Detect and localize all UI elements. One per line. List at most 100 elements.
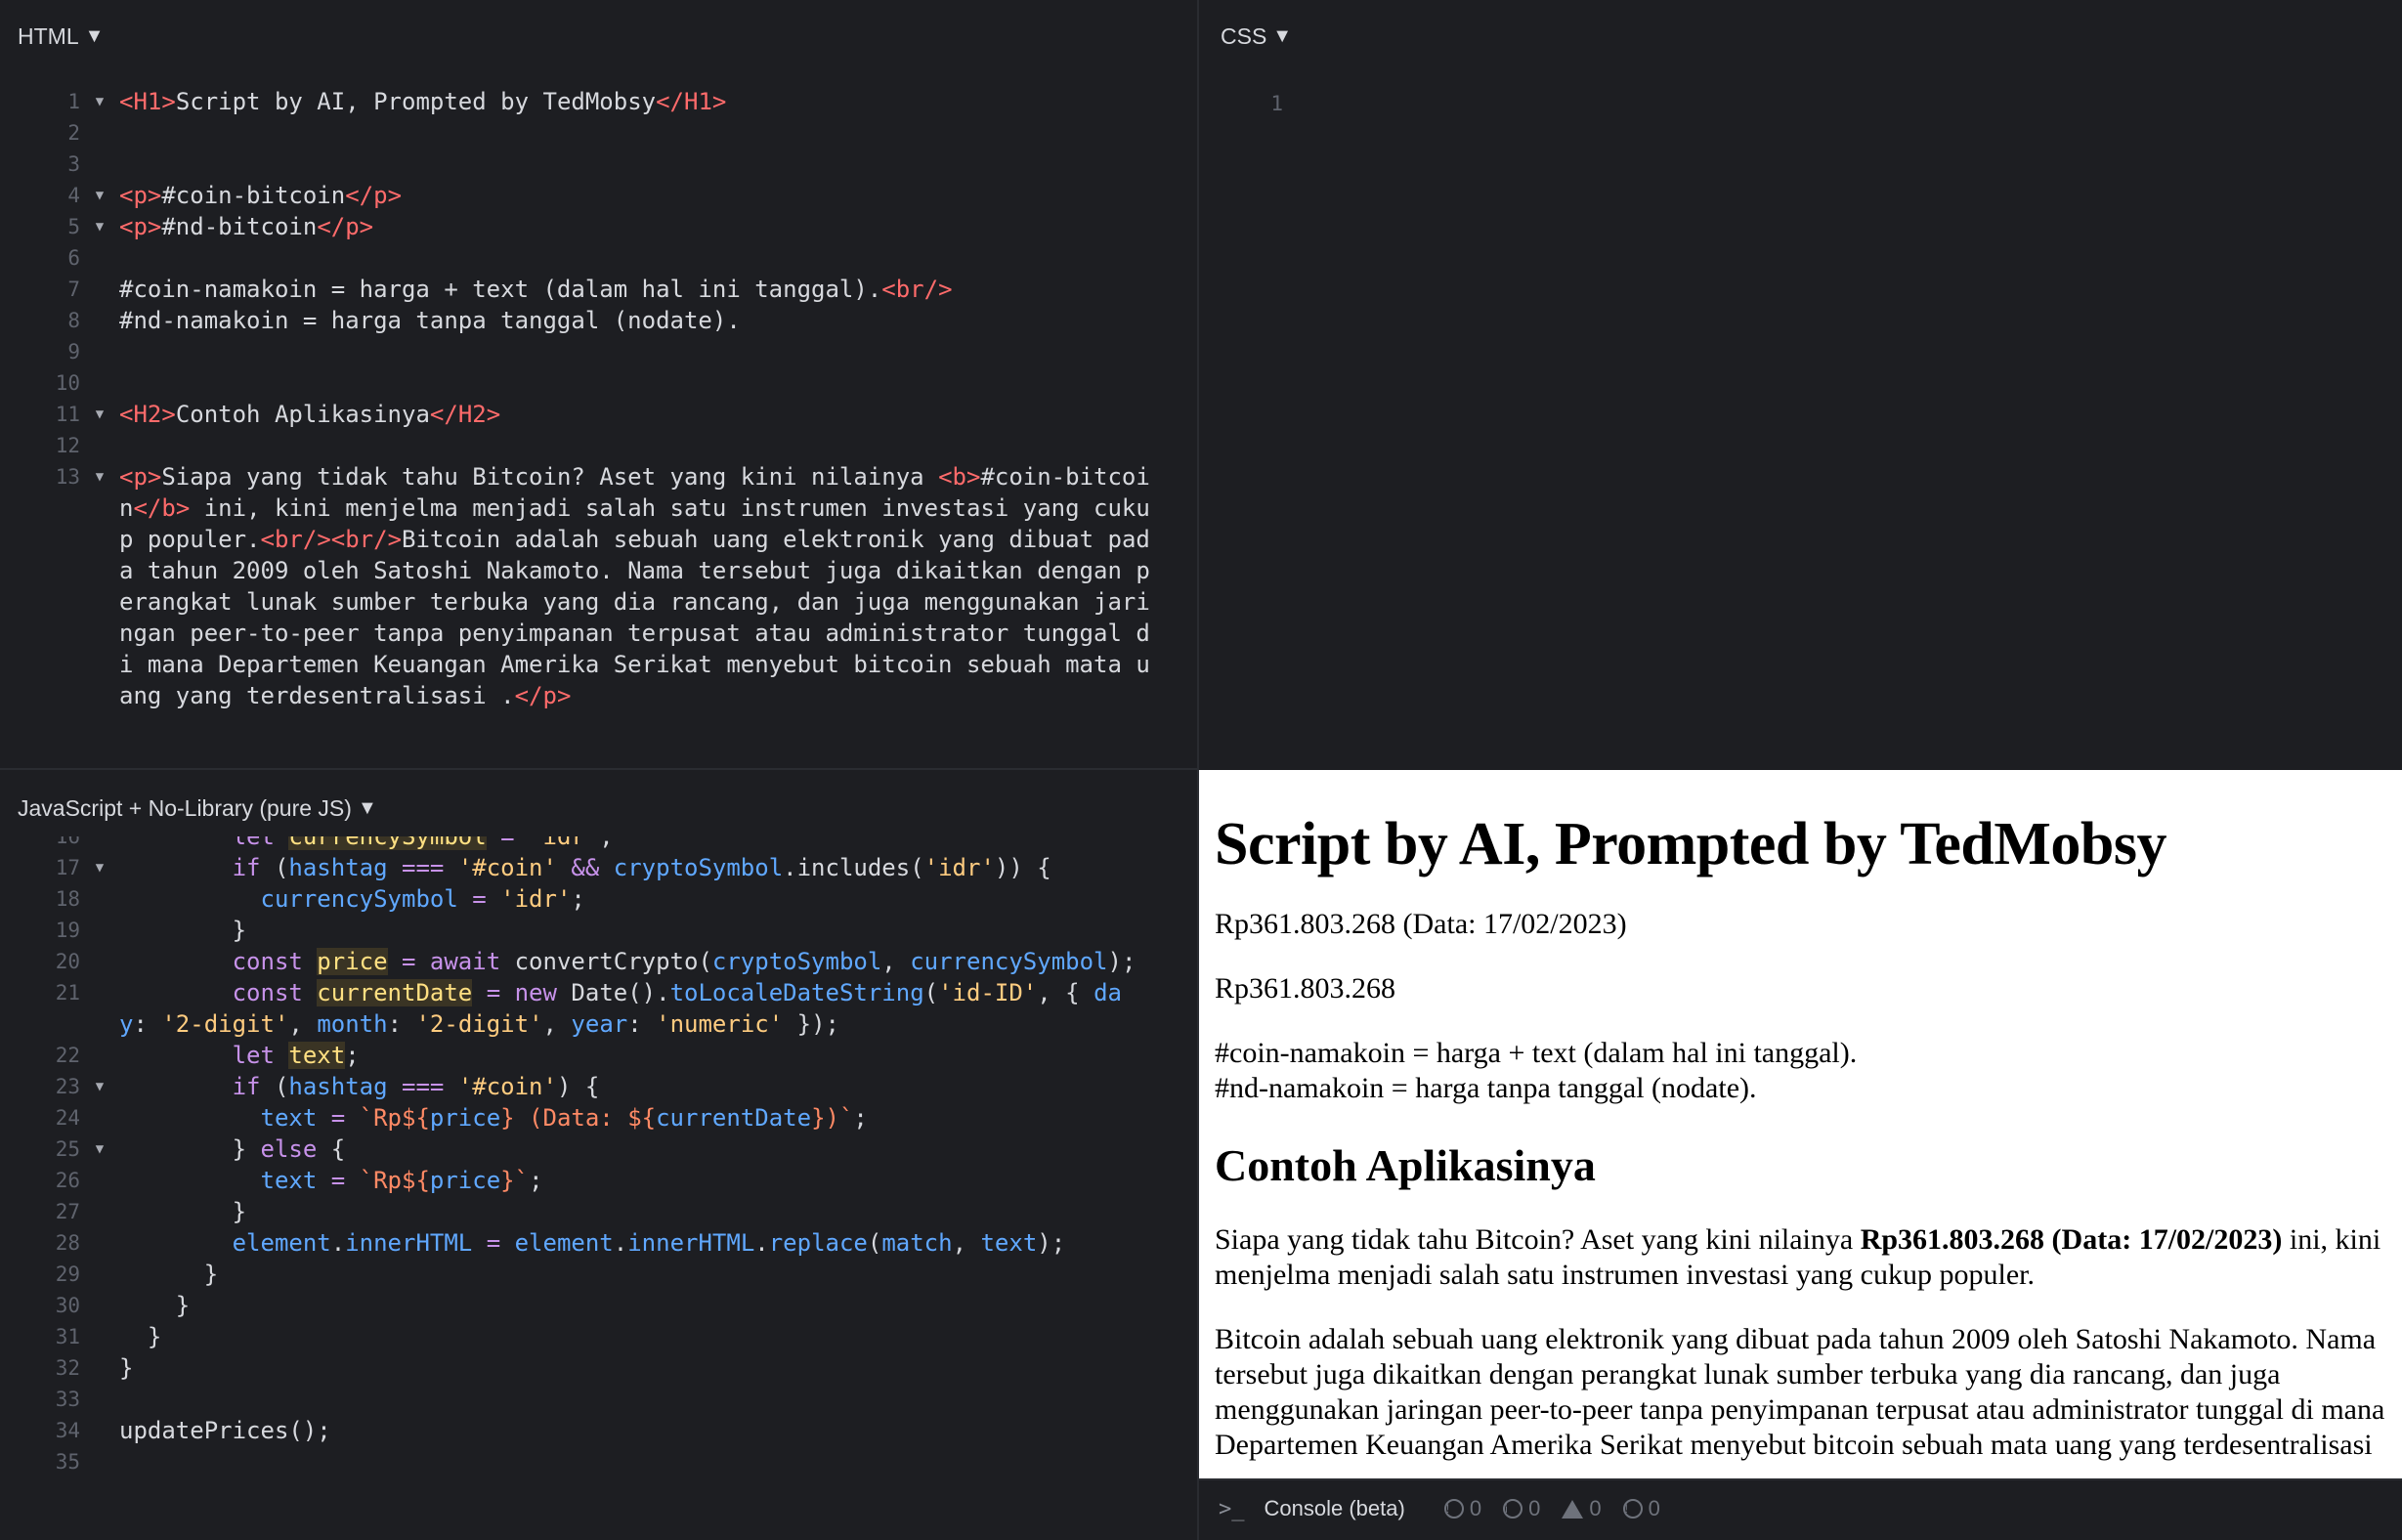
caret-down-icon[interactable]: ▼ [1272, 25, 1292, 48]
js-pane-header[interactable]: JavaScript + No-Library (pure JS) ▼ [18, 795, 377, 822]
code-text: ngan peer-to-peer tanpa penyimpanan terp… [119, 620, 1150, 647]
line-number: 21 [55, 981, 80, 1005]
result-heading-1: Script by AI, Prompted by TedMobsy [1215, 811, 2167, 877]
line-number: 10 [55, 371, 80, 395]
fold-arrow-icon[interactable]: ▼ [80, 852, 119, 883]
code-line: 34 updatePrices(); [0, 1415, 1136, 1446]
html-pane-header[interactable]: HTML ▼ [18, 23, 104, 50]
code-line: 20 const price = await convertCrypto(cry… [0, 946, 1136, 977]
code-string: }` [500, 1167, 530, 1194]
code-text: } [147, 1323, 162, 1350]
css-editor-pane[interactable]: CSS ▼ 1 [1199, 0, 2402, 768]
code-identifier: currentDate [317, 979, 473, 1006]
code-line: 22 let text; [0, 1040, 1136, 1071]
code-line-wrap: a tahun 2009 oleh Satoshi Nakamoto. Nama… [0, 555, 1150, 586]
js-editor-pane[interactable]: JavaScript + No-Library (pure JS) ▼ 16 l… [0, 770, 1197, 1540]
fold-arrow-icon[interactable]: ▼ [80, 1134, 119, 1165]
code-line: 23 ▼ if (hashtag === '#coin') { [0, 1071, 1136, 1102]
css-code-area[interactable]: 1 [1199, 88, 1322, 119]
code-keyword: else [260, 1135, 318, 1163]
error-count[interactable]: ! 0 [1443, 1496, 1482, 1521]
code-text: } [175, 1292, 191, 1319]
code-string: '#coin' [457, 854, 557, 881]
caret-down-icon[interactable]: ▼ [358, 797, 377, 820]
line-number: 1 [67, 90, 80, 113]
code-line-wrap: n</b> ini, kini menjelma menjadi salah s… [119, 494, 1150, 522]
tag-name: H1 [133, 88, 162, 115]
code-identifier: price [317, 948, 388, 975]
vertical-resize-handle[interactable] [1197, 0, 1199, 1540]
code-operator: = [317, 1104, 360, 1132]
console-bar[interactable]: >_ Console (beta) ! 0 i0 0 ! 0 [1199, 1478, 2402, 1540]
js-code-area[interactable]: 16 let currencySymbol = 'idr'; 17 ▼ if (h… [0, 836, 1136, 1540]
code-identifier: innerHTML [345, 1229, 473, 1257]
code-text: } [119, 1354, 134, 1382]
line-number: 28 [55, 1231, 80, 1255]
code-text: Siapa yang tidak tahu Bitcoin? Aset yang… [161, 463, 939, 491]
code-operator: = [317, 1167, 360, 1194]
code-string: '2-digit' [161, 1010, 289, 1038]
caret-down-icon[interactable]: ▼ [85, 25, 105, 48]
info-count[interactable]: i0 [1503, 1496, 1540, 1521]
code-text: Contoh Aplikasinya [175, 401, 430, 428]
log-count[interactable]: ! 0 [1622, 1496, 1660, 1521]
css-pane-label: CSS [1221, 23, 1267, 49]
code-identifier: text [260, 1167, 318, 1194]
code-line: 32} [0, 1352, 1136, 1384]
code-string: 'idr' [500, 885, 572, 913]
code-text: #coin-namakoin = harga + text (dalam hal… [119, 276, 882, 303]
code-identifier: currentDate [656, 1104, 812, 1132]
code-text: ) { [556, 1073, 600, 1100]
code-text: ; [529, 1167, 543, 1194]
code-identifier: currencySymbol [910, 948, 1108, 975]
console-toggle-button[interactable]: Console (beta) [1265, 1496, 1405, 1521]
fold-arrow-icon[interactable]: ▼ [80, 211, 119, 242]
line-number: 6 [67, 246, 80, 270]
code-line: 9 [0, 336, 1150, 367]
error-count-value: 0 [1469, 1496, 1482, 1520]
code-text: } [232, 1135, 261, 1163]
code-identifier: element [514, 1229, 614, 1257]
line-number: 11 [55, 403, 80, 426]
code-string: `Rp${ [359, 1104, 430, 1132]
code-text: ( [260, 1073, 289, 1100]
code-text: ini, kini menjelma menjadi salah satu in… [190, 494, 1150, 522]
line-number: 32 [55, 1356, 80, 1380]
fold-arrow-icon[interactable]: ▼ [80, 86, 119, 117]
code-line: 31 } [0, 1321, 1136, 1352]
code-identifier: price [429, 1167, 501, 1194]
fold-arrow-icon[interactable]: ▼ [80, 399, 119, 430]
code-line-wrap: i mana Departemen Keuangan Amerika Serik… [0, 649, 1150, 680]
code-text: ; [599, 836, 614, 850]
horizontal-resize-handle[interactable] [0, 768, 1197, 770]
result-preview-pane[interactable]: Script by AI, Prompted by TedMobsy Rp361… [1199, 770, 2402, 1478]
fold-arrow-icon[interactable]: ▼ [80, 461, 119, 492]
code-text: , [881, 948, 911, 975]
code-text: ( [260, 854, 289, 881]
code-text: ); [1037, 1229, 1066, 1257]
code-text: . [330, 1229, 346, 1257]
code-line: 30 } [0, 1290, 1136, 1321]
fold-arrow-icon[interactable]: ▼ [80, 180, 119, 211]
tag-name: H1 [684, 88, 712, 115]
fold-arrow-icon[interactable]: ▼ [80, 1071, 119, 1102]
code-line: 19 } [0, 915, 1136, 946]
info-icon: i [1503, 1499, 1523, 1519]
code-operator: = [472, 1229, 515, 1257]
warning-count[interactable]: 0 [1562, 1496, 1602, 1521]
code-text: ; [571, 885, 585, 913]
code-keyword: let [232, 1042, 275, 1069]
paragraph-bold-price: Rp361.803.268 (Data: 17/02/2023) [1860, 1222, 2283, 1256]
html-editor-pane[interactable]: HTML ▼ 1 ▼ <H1>Script by AI, Prompted by T… [0, 0, 1197, 768]
code-identifier: month [317, 1010, 388, 1038]
code-text: n [119, 494, 134, 522]
line-number: 31 [55, 1325, 80, 1348]
result-document: Script by AI, Prompted by TedMobsy Rp361… [1215, 790, 2386, 1478]
line-number: 2 [67, 121, 80, 145]
result-heading-2: Contoh Aplikasinya [1215, 1140, 1596, 1191]
code-text: ang yang terdesentralisasi . [119, 682, 515, 709]
html-code-area[interactable]: 1 ▼ <H1>Script by AI, Prompted by TedMobsy… [0, 86, 1150, 711]
code-line: 1 [1199, 88, 1322, 119]
css-pane-header[interactable]: CSS ▼ [1221, 23, 1292, 50]
code-text: ; [345, 1042, 360, 1069]
